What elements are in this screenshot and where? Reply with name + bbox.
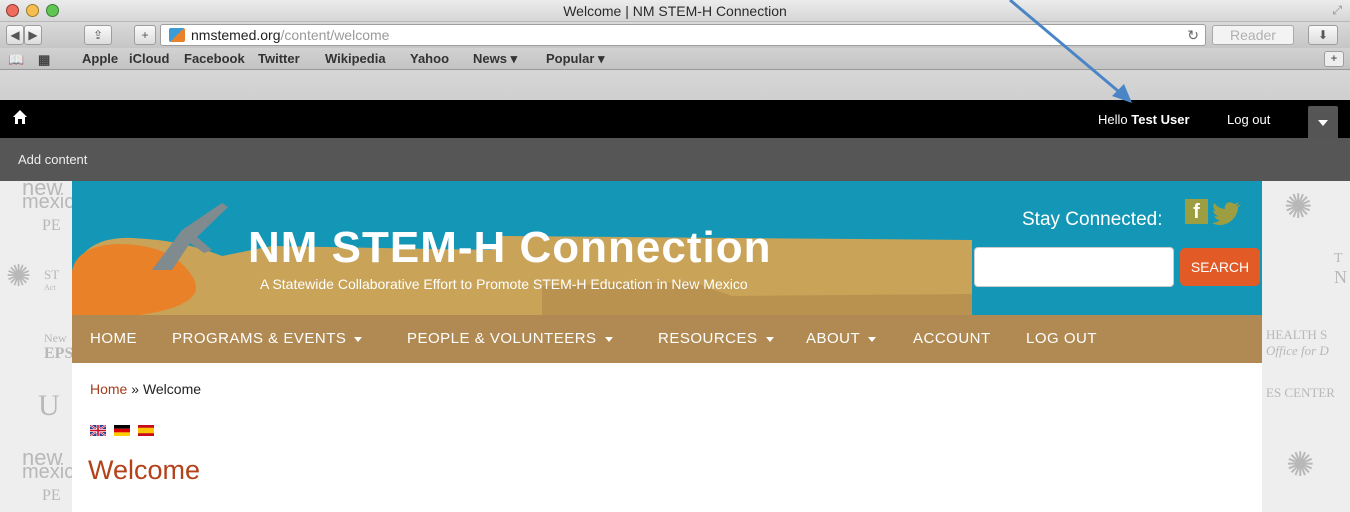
bookmark-wikipedia[interactable]: Wikipedia xyxy=(325,51,386,66)
stay-connected-label: Stay Connected: xyxy=(1022,209,1163,230)
fullscreen-icon[interactable]: ⤢ xyxy=(1332,3,1342,18)
user-name[interactable]: Test User xyxy=(1131,112,1189,127)
main-navigation: HOME PROGRAMS & EVENTS PEOPLE & VOLUNTEE… xyxy=(72,315,1262,363)
bookmark-facebook[interactable]: Facebook xyxy=(184,51,245,66)
facebook-icon[interactable]: f xyxy=(1185,199,1208,224)
bookmarks-bar: 📖 ▦ Apple iCloud Facebook Twitter Wikipe… xyxy=(0,48,1350,70)
bookmark-yahoo[interactable]: Yahoo xyxy=(410,51,449,66)
address-bar[interactable]: nmstemed.org/content/welcome ↻ xyxy=(160,24,1206,46)
nav-about[interactable]: ABOUT xyxy=(806,330,877,347)
new-tab-button[interactable]: + xyxy=(134,25,156,45)
sponsor-text: HEALTH S xyxy=(1266,327,1328,342)
sponsor-text: EPS xyxy=(44,345,72,362)
sponsor-text: mexic xyxy=(22,191,72,213)
sponsor-logos-left: new mexic PE ✺ ST Act New EPS U new mexi… xyxy=(0,181,72,512)
nav-people-volunteers[interactable]: PEOPLE & VOLUNTEERS xyxy=(407,330,613,347)
flag-spanish-icon[interactable] xyxy=(138,425,154,436)
chevron-down-icon xyxy=(765,336,774,342)
twitter-icon[interactable] xyxy=(1212,201,1242,225)
jet-logo-icon xyxy=(152,203,228,270)
reload-icon[interactable]: ↻ xyxy=(1187,25,1199,45)
bookmark-apple[interactable]: Apple xyxy=(82,51,118,66)
site-header-banner: NM STEM-H Connection A Statewide Collabo… xyxy=(72,181,1262,315)
chevron-down-icon xyxy=(1318,120,1328,126)
title-bar: Welcome | NM STEM-H Connection ⤢ xyxy=(0,0,1350,22)
sponsor-text: ES CENTER xyxy=(1266,385,1335,400)
breadcrumb-current: Welcome xyxy=(142,381,202,397)
flag-german-icon[interactable] xyxy=(114,425,130,436)
bookmark-popular-menu[interactable]: Popular ▾ xyxy=(546,51,605,67)
chevron-down-icon xyxy=(354,336,363,342)
sponsor-text: N xyxy=(1334,267,1347,287)
sponsor-text: PE xyxy=(42,487,61,504)
breadcrumb-home-link[interactable]: Home xyxy=(90,381,127,397)
search-input[interactable] xyxy=(974,247,1174,287)
sponsor-text: Office for D xyxy=(1266,343,1329,358)
chevron-down-icon xyxy=(868,336,877,342)
reader-button[interactable]: Reader xyxy=(1212,25,1294,45)
nav-log-out[interactable]: LOG OUT xyxy=(1026,330,1097,347)
add-bookmark-button[interactable]: + xyxy=(1324,51,1344,67)
downloads-button[interactable]: ⬇ xyxy=(1308,25,1338,45)
reading-list-icon[interactable]: 📖 xyxy=(8,52,24,68)
sponsor-logos-right: ✺ T N HEALTH S Office for D ES CENTER ✺ xyxy=(1262,181,1350,512)
sponsor-text: T xyxy=(1334,251,1343,266)
back-button[interactable]: ◀ xyxy=(6,25,24,45)
bookmark-twitter[interactable]: Twitter xyxy=(258,51,300,66)
sponsor-text: mexic xyxy=(22,461,72,483)
home-icon[interactable] xyxy=(12,109,28,125)
bookmark-icloud[interactable]: iCloud xyxy=(129,51,169,66)
admin-toolbar: Hello Test User Log out xyxy=(0,100,1350,138)
sponsor-text: U xyxy=(38,389,60,422)
sponsor-seal-icon: ✺ xyxy=(6,260,32,293)
nav-resources[interactable]: RESOURCES xyxy=(658,330,774,347)
sponsor-seal-icon: ✺ xyxy=(1284,189,1313,226)
main-content: Home » Welcome Welcome xyxy=(72,363,1262,512)
bookmark-news-menu[interactable]: News ▾ xyxy=(473,51,517,67)
nav-programs-events[interactable]: PROGRAMS & EVENTS xyxy=(172,330,363,347)
chevron-down-icon xyxy=(604,336,613,342)
window-title: Welcome | NM STEM-H Connection xyxy=(563,3,787,19)
sponsor-seal-icon: ✺ xyxy=(1286,447,1315,484)
shortcut-bar: Add content xyxy=(0,138,1350,181)
flag-english-icon[interactable] xyxy=(90,425,106,436)
logout-link[interactable]: Log out xyxy=(1227,112,1270,127)
share-button[interactable]: ⇪ xyxy=(84,25,112,45)
sponsor-text: PE xyxy=(42,217,61,234)
breadcrumb: Home » Welcome xyxy=(90,381,202,397)
site-title[interactable]: NM STEM-H Connection xyxy=(248,223,772,273)
shortcuts-toggle-button[interactable] xyxy=(1308,106,1338,138)
browser-window-chrome: Welcome | NM STEM-H Connection ⤢ ◀ ▶ ⇪ +… xyxy=(0,0,1350,100)
sponsor-text: Act xyxy=(44,283,56,292)
page-title: Welcome xyxy=(88,455,201,485)
greeting: Hello Test User xyxy=(1098,112,1190,127)
browser-toolbar: ◀ ▶ ⇪ + nmstemed.org/content/welcome ↻ R… xyxy=(0,22,1350,48)
add-content-link[interactable]: Add content xyxy=(18,152,87,167)
nav-home[interactable]: HOME xyxy=(90,330,137,347)
nav-account[interactable]: ACCOUNT xyxy=(913,330,991,347)
url-text: nmstemed.org/content/welcome xyxy=(191,27,390,43)
site-favicon-icon xyxy=(169,28,185,42)
search-button[interactable]: SEARCH xyxy=(1180,248,1260,286)
sponsor-text: New xyxy=(44,331,67,345)
site-slogan: A Statewide Collaborative Effort to Prom… xyxy=(260,276,748,292)
top-sites-icon[interactable]: ▦ xyxy=(38,52,50,68)
forward-button[interactable]: ▶ xyxy=(24,25,42,45)
sponsor-text: ST xyxy=(44,267,60,282)
